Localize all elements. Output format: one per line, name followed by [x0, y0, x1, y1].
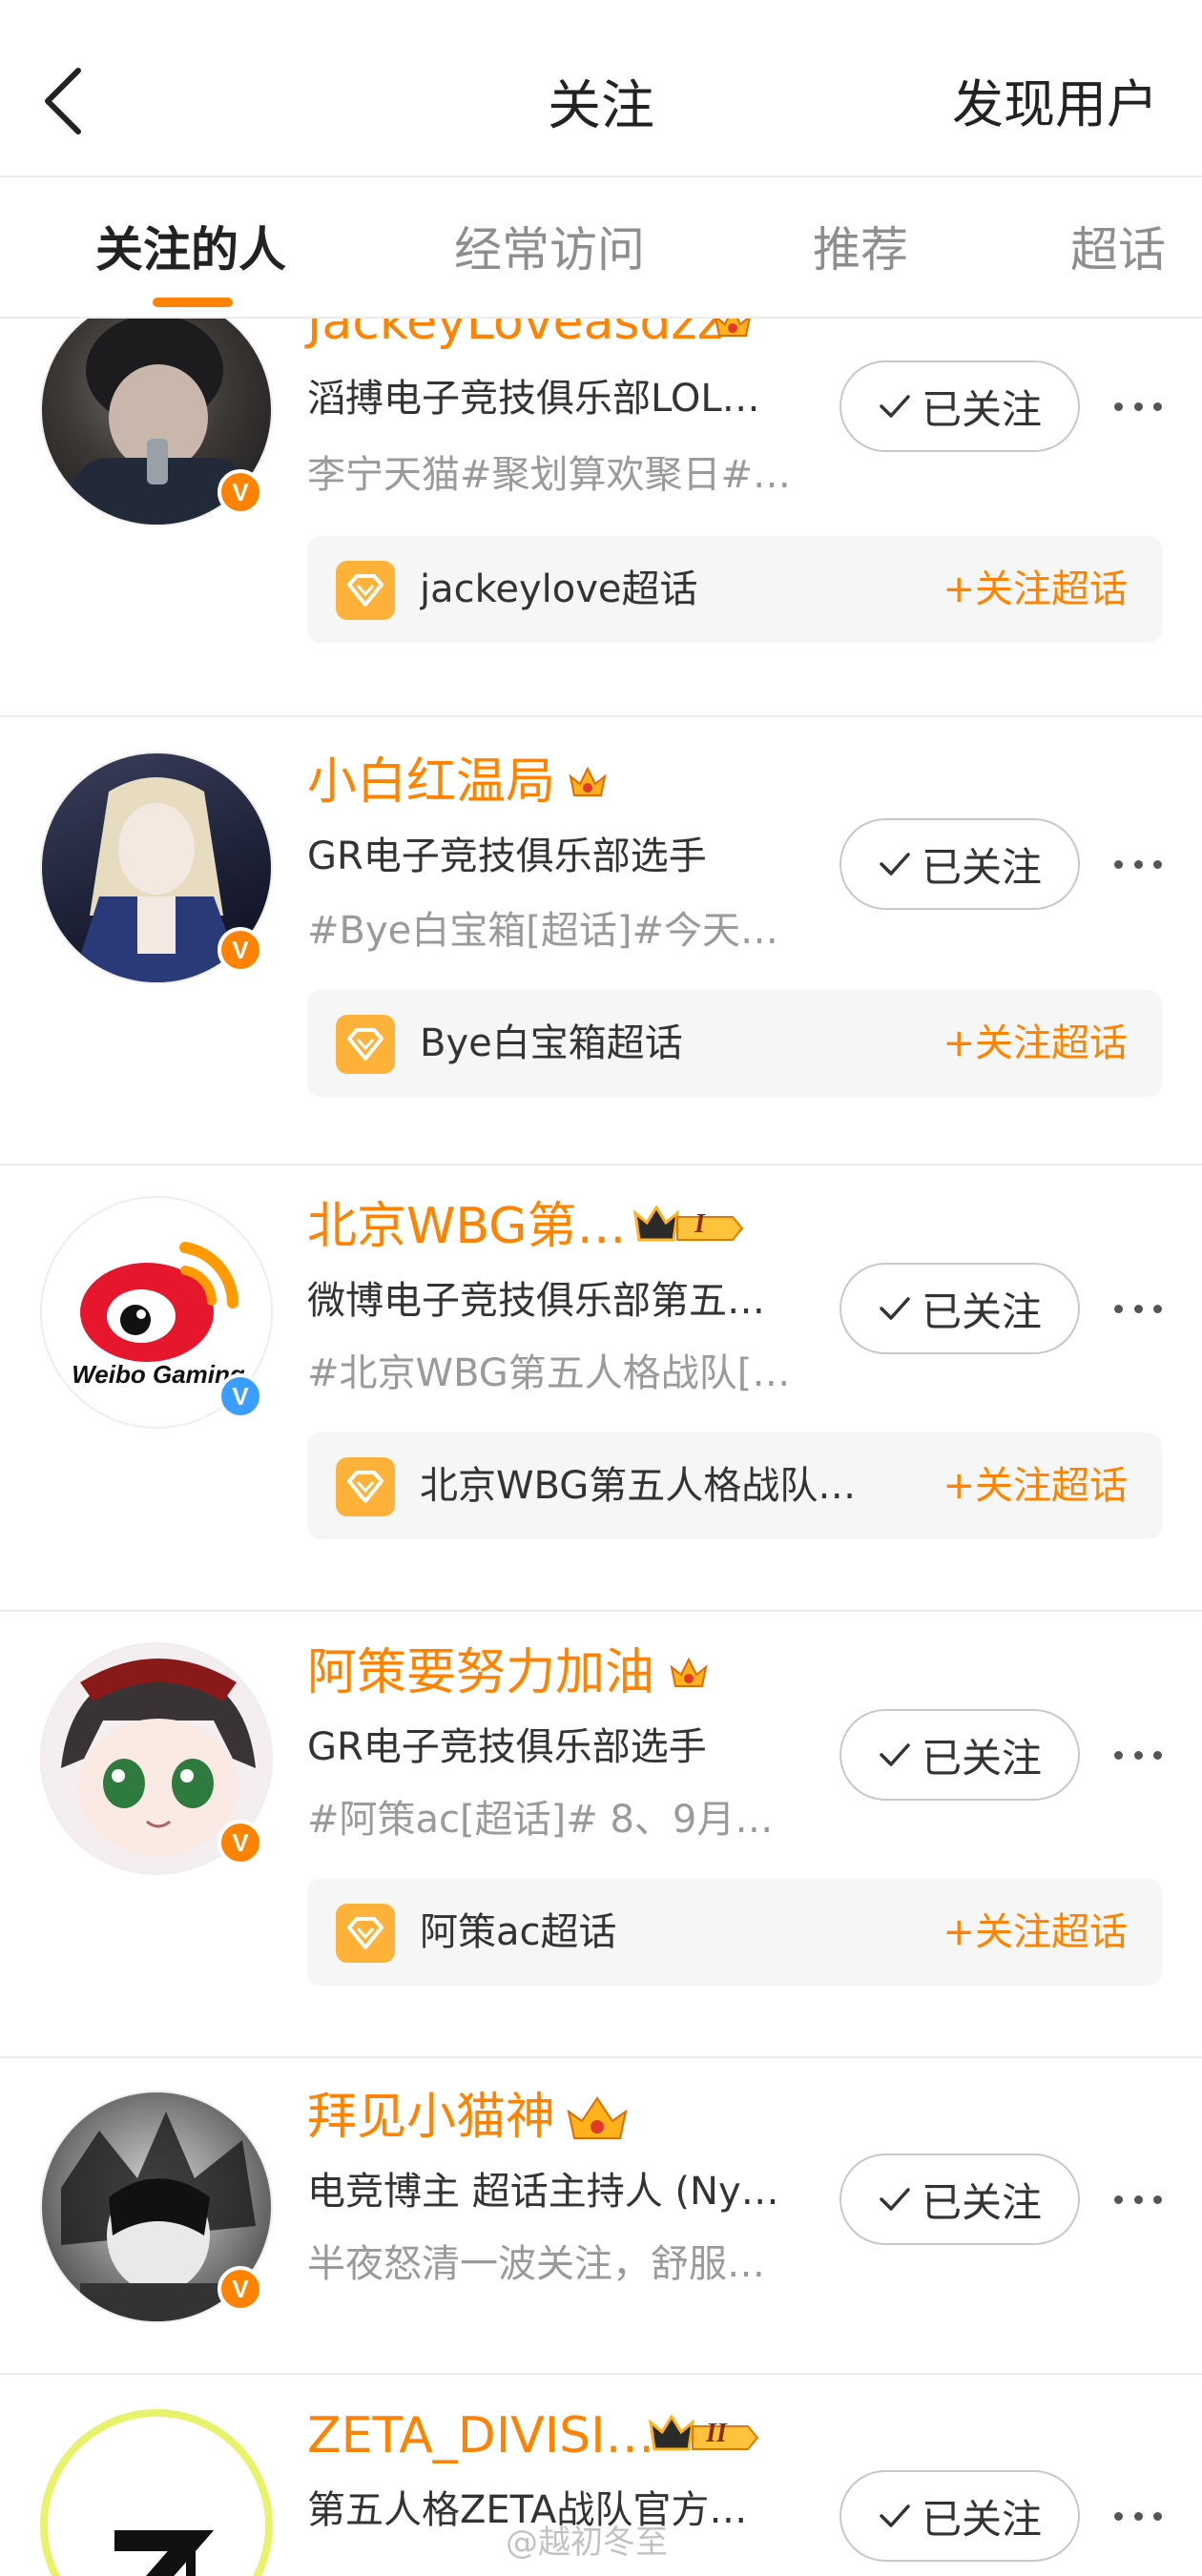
list-item[interactable]: V 小白红温局 GR电子竞技俱乐部选手 #Bye白宝箱[超话]#今天… 已关注 … [0, 719, 1202, 1165]
user-description: GR电子竞技俱乐部选手 [307, 1725, 707, 1769]
more-options-button[interactable] [1114, 845, 1162, 883]
crown-icon [670, 1657, 708, 1687]
diamond-icon [336, 1015, 395, 1074]
more-options-button[interactable] [1114, 1289, 1162, 1328]
user-name[interactable]: ZETA_DIVISI… [307, 2405, 654, 2466]
user-latest-post: 半夜怒清一波关注，舒服… [307, 2242, 765, 2286]
top-nav-bar: 关注 发现用户 [0, 0, 1202, 177]
verified-badge: V [218, 2266, 263, 2312]
list-item[interactable]: V JackeyLoveasdzz 滔搏电子竞技俱乐部LOL… 李宁天猫#聚划算… [0, 319, 1202, 717]
user-description: 电竞博主 超话主持人 (Ny… [307, 2170, 779, 2214]
watermark-text: @越初冬至 [506, 2524, 668, 2562]
followed-button[interactable]: 已关注 [839, 2470, 1080, 2562]
super-topic-name: 阿策ac超话 [420, 1910, 617, 1954]
user-name[interactable]: 北京WBG第… [307, 1196, 626, 1257]
tab-super-topics[interactable]: 超话 [1070, 221, 1166, 278]
user-latest-post: 李宁天猫#聚划算欢聚日#… [307, 453, 792, 497]
crown-icon [569, 766, 607, 796]
avatar[interactable] [40, 2409, 273, 2576]
super-topic-name: 北京WBG第五人格战队… [420, 1464, 857, 1508]
check-icon [880, 1743, 910, 1766]
check-icon [880, 395, 910, 418]
follow-super-topic-button[interactable]: +关注超话 [943, 1017, 1128, 1070]
follow-super-topic-button[interactable]: +关注超话 [943, 1459, 1128, 1513]
crown-icon [567, 2096, 628, 2139]
vip-rank-label: I [694, 1209, 705, 1239]
zeta-logo-icon [114, 2530, 215, 2576]
check-icon [880, 2504, 910, 2527]
tab-frequent[interactable]: 经常访问 [454, 221, 645, 278]
vip-rank-label: II [706, 2419, 727, 2448]
following-list: V JackeyLoveasdzz 滔搏电子竞技俱乐部LOL… 李宁天猫#聚划算… [0, 319, 1202, 2576]
list-item[interactable]: V 阿策要努力加油 GR电子竞技俱乐部选手 #阿策ac[超话]# 8、9月… 已… [0, 1612, 1202, 2058]
user-description: 滔搏电子竞技俱乐部LOL… [307, 377, 760, 421]
super-topic-row[interactable]: 阿策ac超话 +关注超话 [307, 1879, 1162, 1986]
tab-following[interactable]: 关注的人 [95, 221, 286, 278]
more-options-button[interactable] [1114, 387, 1162, 425]
followed-label: 已关注 [921, 385, 1042, 433]
followed-button[interactable]: 已关注 [839, 361, 1080, 452]
diamond-icon [336, 1457, 395, 1516]
check-icon [880, 1297, 910, 1320]
verified-badge: V [218, 469, 263, 515]
verified-badge: V [218, 927, 263, 973]
list-item[interactable]: Weibo Gaming V 北京WBG第… I 微博电子竞技俱乐部第五… #北… [0, 1165, 1202, 1612]
user-latest-post: #Bye白宝箱[超话]#今天… [307, 909, 778, 953]
followed-button[interactable]: 已关注 [839, 2154, 1080, 2245]
super-topic-row[interactable]: jackeylove超话 +关注超话 [307, 536, 1162, 643]
user-description: GR电子竞技俱乐部选手 [307, 835, 707, 878]
more-options-button[interactable] [1114, 1736, 1162, 1774]
diamond-icon [336, 1904, 395, 1963]
check-icon [880, 853, 910, 876]
verified-badge: V [218, 1373, 263, 1419]
vip-rank-badge-icon [649, 2415, 759, 2451]
more-options-button[interactable] [1114, 2497, 1162, 2535]
list-item[interactable]: V 拜见小猫神 电竞博主 超话主持人 (Ny… 半夜怒清一波关注，舒服… 已关注 [0, 2058, 1202, 2375]
user-name[interactable]: 拜见小猫神 [307, 2087, 555, 2148]
more-options-button[interactable] [1114, 2180, 1162, 2218]
followed-label: 已关注 [921, 2495, 1042, 2543]
super-topic-name: jackeylove超话 [420, 567, 698, 611]
check-icon [880, 2188, 910, 2211]
tab-recommended[interactable]: 推荐 [813, 221, 908, 278]
super-topic-row[interactable]: Bye白宝箱超话 +关注超话 [307, 990, 1162, 1097]
followed-button[interactable]: 已关注 [839, 1709, 1080, 1801]
follow-super-topic-button[interactable]: +关注超话 [943, 563, 1128, 616]
user-name[interactable]: 小白红温局 [307, 752, 555, 813]
followed-label: 已关注 [921, 1734, 1042, 1782]
follow-super-topic-button[interactable]: +关注超话 [943, 1906, 1128, 1959]
followed-button[interactable]: 已关注 [839, 1263, 1080, 1354]
discover-users-button[interactable]: 发现用户 [952, 74, 1158, 135]
active-tab-indicator [153, 298, 233, 307]
followed-label: 已关注 [921, 843, 1042, 891]
vip-rank-badge-icon [633, 1206, 744, 1242]
super-topic-row[interactable]: 北京WBG第五人格战队… +关注超话 [307, 1432, 1162, 1539]
user-latest-post: #北京WBG第五人格战队[… [307, 1351, 791, 1395]
user-description: 微博电子竞技俱乐部第五… [307, 1279, 765, 1323]
followed-label: 已关注 [921, 2178, 1042, 2226]
super-topic-name: Bye白宝箱超话 [420, 1021, 683, 1065]
followed-button[interactable]: 已关注 [839, 818, 1080, 910]
verified-badge: V [218, 1820, 263, 1865]
diamond-icon [336, 561, 395, 620]
tab-bar: 关注的人 经常访问 推荐 超话 [0, 179, 1202, 319]
user-name[interactable]: 阿策要努力加油 [307, 1642, 654, 1703]
user-name[interactable]: JackeyLoveasdzz [307, 319, 723, 353]
user-latest-post: #阿策ac[超话]# 8、9月… [307, 1798, 774, 1842]
crown-icon [715, 319, 751, 337]
followed-label: 已关注 [921, 1288, 1042, 1335]
